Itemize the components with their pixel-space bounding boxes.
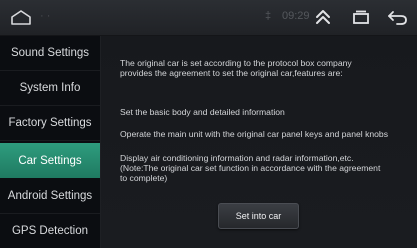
sidebar-item-label: System Info [19,82,81,94]
sidebar-item-label: GPS Detection [11,225,89,237]
sidebar-item-car-settings[interactable]: Car Settings [0,143,100,178]
sidebar-item-label: Car Settings [18,154,82,167]
sidebar-item-label: Android Settings [7,190,93,202]
sidebar-item-label: Sound Settings [10,47,89,59]
double-chevron-up-icon[interactable] [310,6,336,28]
home-outline-icon[interactable] [9,9,33,26]
sidebar-item-label: Factory Settings [8,117,92,129]
car-settings-panel: The original car is set according to the… [101,36,417,248]
sidebar-item-android-settings[interactable]: Android Settings [0,179,100,214]
recent-apps-icon[interactable] [348,6,374,28]
intro-text-line2: provides the agreement to set the origin… [120,68,343,78]
sidebar-item-sound-settings[interactable]: Sound Settings [0,36,100,71]
status-indicator: · · [40,10,51,22]
feature-text-3-line3: to complete) [120,173,168,183]
sidebar-item-system-info[interactable]: System Info [0,71,100,106]
status-time: 09:29 [282,10,310,22]
feature-text-3-line2: (Note:The original car set function in a… [120,163,381,173]
status-bar: · · ‡ 09:29 [0,0,417,36]
feature-text-2: Operate the main unit with the original … [120,129,389,139]
back-arrow-icon[interactable] [385,6,411,28]
feature-text-1: Set the basic body and detailed informat… [120,107,285,117]
settings-sidebar: Sound Settings System Info Factory Setti… [0,36,100,248]
signal-indicator: ‡ [265,10,272,22]
car-settings-screen: · · ‡ 09:29 Sound Settings System Info F… [0,0,417,248]
sidebar-item-gps-detection[interactable]: GPS Detection [0,214,100,248]
intro-text-line1: The original car is set according to the… [120,58,352,68]
set-into-car-button[interactable]: Set into car [218,203,299,229]
feature-text-3-line1: Display air conditioning information and… [120,153,354,163]
sidebar-item-factory-settings[interactable]: Factory Settings [0,106,100,141]
